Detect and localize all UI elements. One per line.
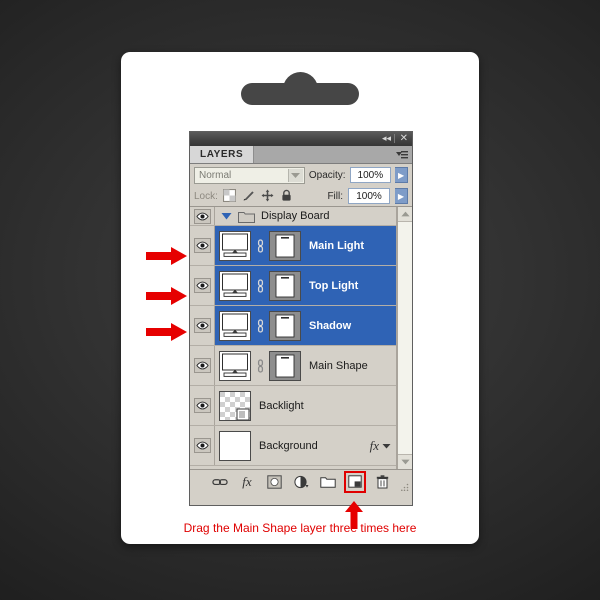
layer-visibility-cell[interactable] (190, 346, 215, 385)
fill-input[interactable]: 100% (348, 188, 390, 204)
layer-mask-link-icon[interactable] (255, 318, 265, 333)
table-row[interactable]: Backlight (190, 386, 396, 426)
close-icon[interactable]: ✕ (400, 133, 408, 145)
lock-transparency-icon[interactable] (222, 189, 237, 203)
lock-position-icon[interactable] (261, 189, 275, 203)
scroll-up-icon[interactable] (398, 207, 412, 222)
new-fill-adjustment-layer-icon[interactable] (293, 474, 309, 490)
layer-row-body[interactable]: Backlight (215, 386, 396, 425)
add-layer-mask-icon[interactable] (266, 474, 282, 490)
new-layer-icon[interactable] (344, 470, 366, 493)
resize-grip-icon[interactable] (401, 482, 409, 492)
layer-row-body[interactable]: Shadow (215, 306, 396, 345)
layer-visibility-cell[interactable] (190, 266, 215, 305)
opacity-stepper[interactable]: ▶ (395, 167, 408, 183)
eye-icon[interactable] (193, 438, 211, 453)
eye-icon[interactable] (193, 238, 211, 253)
layers-panel-footer: fx (190, 469, 412, 493)
table-row[interactable]: Shadow (190, 306, 396, 346)
annotation-arrow-main-light (146, 246, 188, 266)
table-row[interactable]: Main Shape (190, 346, 396, 386)
opacity-input[interactable]: 100% (349, 167, 392, 183)
layer-visibility-cell[interactable] (190, 306, 215, 345)
layers-panel: ◂◂ | ✕ LAYERS Normal Opacity: 100% ▶ Loc… (189, 131, 413, 506)
eye-icon[interactable] (193, 318, 211, 333)
eye-icon[interactable] (193, 208, 211, 224)
panel-tab-strip: LAYERS (190, 146, 412, 164)
layer-name: Backlight (259, 399, 304, 412)
layer-list-scrollbar[interactable] (397, 207, 412, 469)
table-row[interactable]: Display Board (190, 207, 396, 226)
layer-name: Background (259, 439, 318, 452)
tab-layers[interactable]: LAYERS (190, 146, 255, 163)
layer-effects-cell[interactable]: fx (370, 438, 396, 454)
delete-layer-icon[interactable] (374, 474, 390, 490)
chevron-down-icon[interactable] (287, 168, 303, 182)
layer-mask-link-icon[interactable] (255, 358, 265, 373)
panel-menu-icon[interactable] (395, 149, 409, 161)
layer-mask-thumbnail[interactable] (269, 270, 301, 301)
lock-image-pixels-icon[interactable] (242, 189, 256, 203)
tab-layers-label: LAYERS (200, 149, 244, 160)
layer-thumbnail[interactable] (219, 430, 251, 461)
table-row[interactable]: Top Light (190, 266, 396, 306)
layer-visibility-cell[interactable] (190, 226, 215, 265)
group-row-body[interactable]: Display Board (215, 207, 396, 225)
layer-row-body[interactable]: Main Light (215, 226, 396, 265)
layer-row-body[interactable]: Background fx (215, 426, 396, 465)
lock-label: Lock: (194, 190, 218, 202)
layer-list-container: Display Board Main Light Top Light Shado… (190, 207, 412, 469)
panel-titlebar: ◂◂ | ✕ (190, 132, 412, 146)
layer-name: Top Light (309, 279, 359, 292)
add-layer-style-icon[interactable]: fx (239, 474, 255, 490)
layer-thumbnail[interactable] (219, 350, 251, 381)
layer-visibility-cell[interactable] (190, 426, 215, 465)
annotation-arrow-shadow (146, 322, 188, 342)
table-row[interactable]: Main Light (190, 226, 396, 266)
layer-mask-thumbnail[interactable] (269, 310, 301, 341)
layer-mask-thumbnail[interactable] (269, 350, 301, 381)
titlebar-separator: | (392, 134, 396, 144)
annotation-caption: Drag the Main Shape layer three times he… (183, 521, 417, 535)
layer-mask-thumbnail[interactable] (269, 230, 301, 261)
layer-mask-link-icon[interactable] (255, 278, 265, 293)
layer-mask-link-icon[interactable] (255, 238, 265, 253)
blend-mode-row: Normal Opacity: 100% ▶ (190, 164, 412, 186)
eye-icon[interactable] (193, 358, 211, 373)
new-group-icon[interactable] (320, 474, 336, 490)
layer-list[interactable]: Display Board Main Light Top Light Shado… (190, 207, 397, 469)
chevron-down-icon[interactable] (382, 440, 391, 452)
layer-thumbnail[interactable] (219, 270, 251, 301)
lock-row: Lock: Fill: 100% ▶ (190, 186, 412, 207)
layer-name: Main Light (309, 239, 364, 252)
layer-thumbnail[interactable] (219, 230, 251, 261)
layer-name: Shadow (309, 319, 352, 332)
layer-row-body[interactable]: Main Shape (215, 346, 396, 385)
eye-icon[interactable] (193, 278, 211, 293)
eye-icon[interactable] (193, 398, 211, 413)
annotation-arrow-top-light (146, 286, 188, 306)
folder-icon (237, 210, 255, 223)
lock-all-icon[interactable] (280, 189, 294, 203)
layer-name: Display Board (261, 210, 330, 222)
fill-label: Fill: (327, 190, 343, 202)
layer-visibility-cell[interactable] (190, 207, 215, 225)
layer-thumbnail[interactable] (219, 310, 251, 341)
opacity-label: Opacity: (308, 169, 346, 181)
layer-name: Main Shape (309, 359, 368, 372)
table-row[interactable]: Background fx (190, 426, 396, 466)
fill-stepper[interactable]: ▶ (395, 188, 408, 204)
blend-mode-select[interactable]: Normal (194, 166, 305, 184)
layer-thumbnail[interactable] (219, 390, 251, 421)
fx-icon[interactable]: fx (370, 438, 379, 454)
chevron-down-icon[interactable] (219, 212, 233, 220)
layer-row-body[interactable]: Top Light (215, 266, 396, 305)
link-layers-icon[interactable] (212, 474, 228, 490)
scroll-down-icon[interactable] (398, 454, 412, 469)
display-stand-dome (283, 72, 318, 100)
blend-mode-value: Normal (199, 169, 232, 181)
layer-visibility-cell[interactable] (190, 386, 215, 425)
collapse-icon[interactable]: ◂◂ (382, 133, 391, 145)
